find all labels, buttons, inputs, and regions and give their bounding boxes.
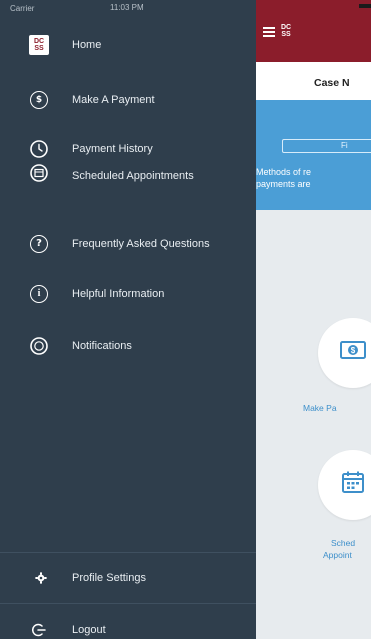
- notification-circle-icon: [28, 335, 50, 357]
- case-bar: Case N: [256, 62, 371, 100]
- info-circle-icon: i: [28, 283, 50, 305]
- menu-item-scheduled-appointments[interactable]: Scheduled Appointments: [0, 152, 256, 196]
- dollar-circle-icon: $: [28, 89, 50, 111]
- info-text: Methods of re payments are: [256, 166, 371, 190]
- menu-item-notifications[interactable]: Notifications: [0, 324, 256, 368]
- hamburger-menu-icon[interactable]: [263, 27, 275, 37]
- dcss-logo-icon: DC SS: [28, 34, 50, 56]
- make-payment-tile[interactable]: $: [318, 318, 371, 388]
- menu-item-label: Helpful Information: [72, 288, 165, 300]
- menu-item-label: Frequently Asked Questions: [72, 238, 210, 250]
- case-title: Case N: [314, 77, 350, 89]
- info-button[interactable]: Fi: [282, 139, 371, 153]
- footer-divider: [0, 603, 256, 604]
- status-bar: Carrier 11:03 PM: [0, 0, 256, 16]
- calendar-icon: [342, 471, 364, 493]
- logo: DC SS: [29, 35, 49, 55]
- scheduled-tile-label-line-1: Sched: [331, 538, 356, 548]
- app-root: Carrier 11:03 PM DC SS Home $ Make A Pay…: [0, 0, 371, 639]
- logo-line-1: DC: [33, 38, 45, 45]
- footer-divider: [0, 552, 256, 553]
- calendar-circle-icon: [28, 162, 50, 184]
- scheduled-tile-label-line-2: Appoint: [323, 550, 352, 560]
- carrier-label: Carrier: [10, 3, 35, 13]
- menu-item-profile-settings[interactable]: Profile Settings: [0, 556, 256, 600]
- menu-item-label: Scheduled Appointments: [72, 170, 194, 182]
- menu-item-faq[interactable]: ? Frequently Asked Questions: [0, 222, 256, 266]
- question-circle-icon: ?: [28, 233, 50, 255]
- menu-item-home[interactable]: DC SS Home: [0, 23, 256, 67]
- info-banner: Fi Methods of re payments are: [256, 100, 371, 210]
- header-logo-line-2: SS: [281, 31, 291, 38]
- header-logo: DC SS: [278, 22, 294, 40]
- status-time: 11:03 PM: [110, 3, 144, 12]
- menu-item-label: Make A Payment: [72, 94, 155, 106]
- menu-item-label: Notifications: [72, 340, 132, 352]
- menu-item-logout[interactable]: Logout: [0, 608, 256, 639]
- gear-icon: [30, 567, 52, 589]
- battery-indicator: [359, 4, 371, 8]
- header-logo-line-1: DC: [280, 24, 292, 31]
- logout-icon: [28, 619, 50, 639]
- cash-icon: $: [340, 341, 366, 359]
- menu-item-label: Profile Settings: [72, 572, 146, 584]
- menu-item-make-payment[interactable]: $ Make A Payment: [0, 78, 256, 122]
- menu-item-label: Home: [72, 39, 102, 51]
- main-content: DC SS Case N Fi Methods of re payments a…: [256, 0, 371, 639]
- logo-line-2: SS: [34, 45, 44, 52]
- make-payment-tile-label: Make Pa: [303, 403, 337, 413]
- menu-item-label: Logout: [72, 624, 106, 636]
- scheduled-appointments-tile[interactable]: [318, 450, 371, 520]
- info-text-line-2: payments are: [256, 179, 311, 189]
- info-text-line-1: Methods of re: [256, 167, 312, 177]
- side-drawer: Carrier 11:03 PM DC SS Home $ Make A Pay…: [0, 0, 256, 639]
- svg-text:$: $: [351, 346, 356, 355]
- app-header: DC SS: [256, 0, 371, 62]
- menu-item-helpful-information[interactable]: i Helpful Information: [0, 272, 256, 316]
